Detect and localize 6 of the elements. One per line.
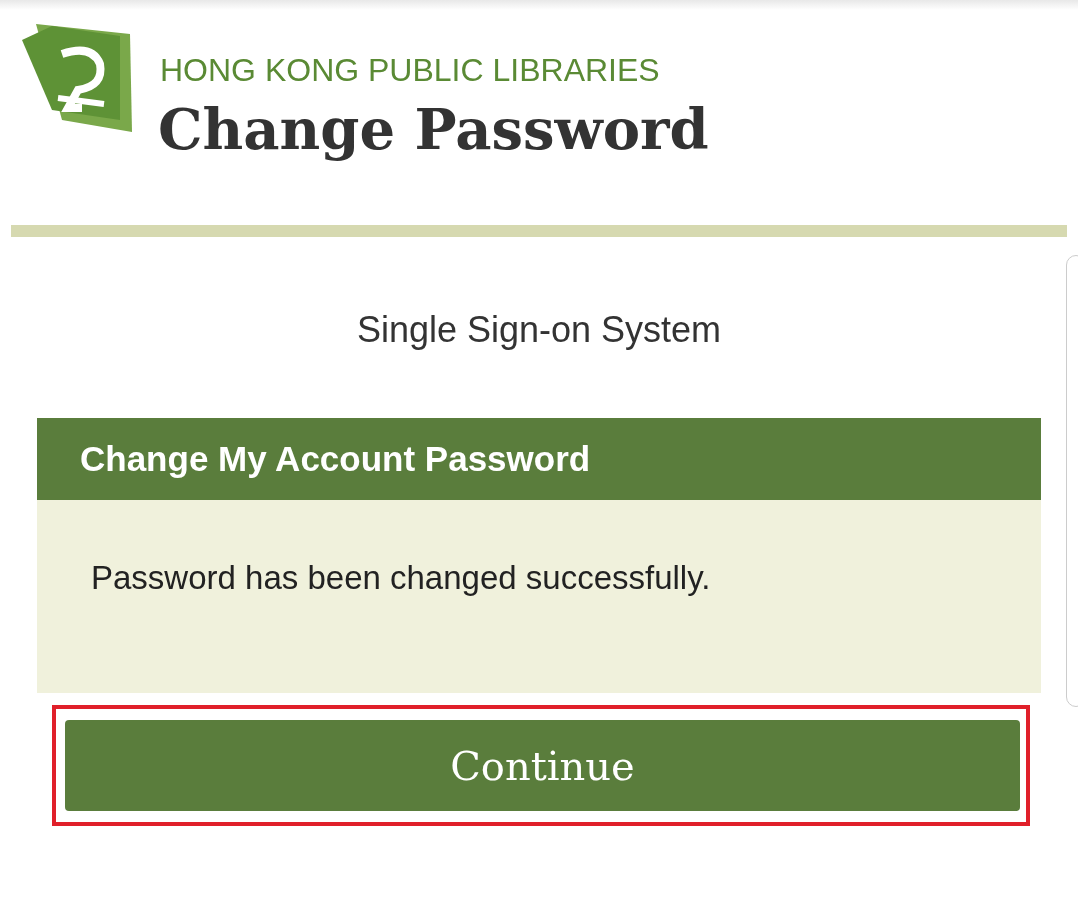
organization-name: HONG KONG PUBLIC LIBRARIES bbox=[160, 51, 661, 90]
system-name: Single Sign-on System bbox=[356, 308, 722, 352]
continue-button[interactable]: Continue bbox=[65, 720, 1020, 811]
success-message: Password has been changed successfully. bbox=[91, 559, 711, 596]
page-title: Change Password bbox=[158, 95, 709, 164]
panel-heading: Change My Account Password bbox=[80, 437, 591, 480]
